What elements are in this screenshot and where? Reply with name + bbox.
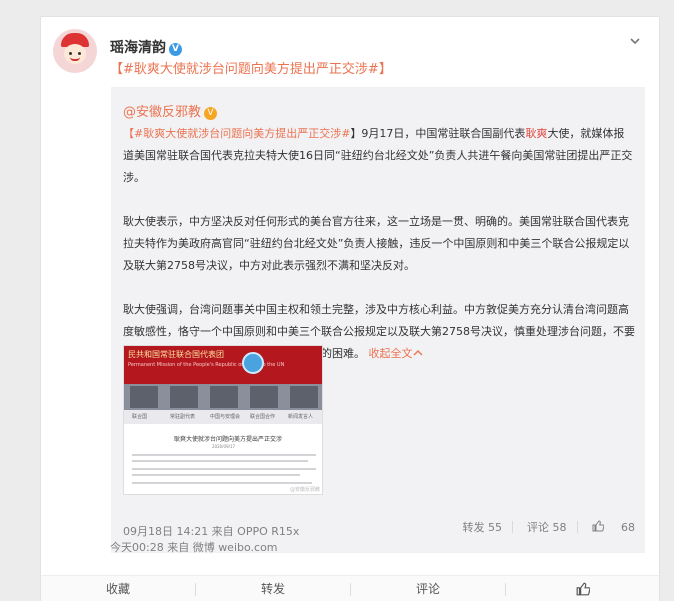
post-title: 【#耿爽大使就涉台问题向美方提出严正交涉#】 — [110, 62, 392, 77]
image-captions: 联合国 常驻副代表 中国与安理会 联合国合作 新闻发言人 — [124, 410, 322, 424]
quote-topic-tag[interactable]: #耿爽大使就涉台问题向美方提出严正交涉# — [134, 127, 350, 140]
thumbs-up-icon — [576, 582, 590, 596]
like-button[interactable] — [506, 576, 659, 601]
username-text[interactable]: 瑶海清韵 — [110, 40, 166, 56]
chevron-down-icon[interactable] — [629, 35, 641, 47]
chevron-up-icon — [413, 350, 422, 356]
repost-button[interactable]: 转发 — [196, 576, 350, 601]
verified-icon: V — [204, 107, 218, 120]
collapse-link[interactable]: 收起全文 — [369, 347, 423, 360]
reposted-weibo: @安徽反邪教 V 【#耿爽大使就涉台问题向美方提出严正交涉#】9月17日，中国常驻… — [111, 87, 645, 553]
post-meta: 今天00:28 来自 微博 weibo.com — [110, 541, 278, 554]
avatar[interactable] — [53, 29, 97, 73]
username[interactable]: 瑶海清韵 V — [110, 37, 182, 57]
image-banner: 民共和国常驻联合国代表团 Permanent Mission of the Pe… — [124, 346, 322, 384]
post-topic-tag[interactable]: #耿爽大使就涉台问题向美方提出严正交涉# — [123, 62, 379, 77]
quote-paragraph-2: 耿大使表示，中方坚决反对任何形式的美台官方往来，这一立场是一贯、明确的。美国常驻… — [123, 215, 630, 272]
quote-comment-button[interactable]: 评论 58 — [527, 519, 567, 535]
action-bar: 收藏 转发 评论 — [41, 575, 659, 601]
quote-like-button[interactable]: 68 — [592, 520, 635, 534]
image-photo-strip — [124, 384, 322, 410]
verified-icon: V — [169, 43, 182, 56]
comment-button[interactable]: 评论 — [351, 576, 505, 601]
quote-body: 【#耿爽大使就涉台问题向美方提出严正交涉#】9月17日，中国常驻联合国副代表耿爽… — [123, 123, 635, 365]
weibo-card: 瑶海清韵 V 【#耿爽大使就涉台问题向美方提出严正交涉#】 @安徽反邪教 V 【#耿… — [40, 16, 660, 601]
thumbs-up-icon — [592, 520, 604, 532]
favorite-button[interactable]: 收藏 — [41, 576, 195, 601]
un-emblem-icon — [242, 352, 264, 374]
quote-author[interactable]: @安徽反邪教 V — [123, 101, 218, 120]
quote-meta: 09月18日 14:21 来自 OPPO R15x — [123, 525, 300, 538]
quote-image[interactable]: 民共和国常驻联合国代表团 Permanent Mission of the Pe… — [123, 345, 323, 495]
image-watermark: @安徽反邪教 — [289, 487, 320, 493]
image-document: 耿爽大使就涉台问题向美方提出严正交涉 2020/09/17 @安徽反邪教 — [124, 424, 322, 494]
quote-paragraph-1: 【#耿爽大使就涉台问题向美方提出严正交涉#】9月17日，中国常驻联合国副代表耿爽… — [123, 127, 633, 184]
quote-actions: 转发 55 评论 58 68 — [449, 519, 635, 535]
quote-repost-button[interactable]: 转发 55 — [463, 519, 503, 535]
name-highlight[interactable]: 耿爽 — [525, 127, 547, 140]
